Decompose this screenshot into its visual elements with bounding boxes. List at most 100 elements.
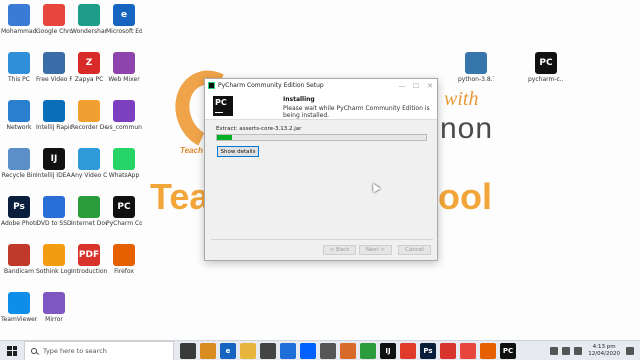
desktop-icon-label: IntelliJ IDEA Communit... [36,172,72,179]
desktop: Teach with non Tea ool Mohammad WaseemGo… [0,0,640,340]
pycharm-logo-icon: PC [213,96,233,116]
search-icon [31,347,37,354]
recorder-taskbar-icon[interactable] [440,342,456,359]
desktop-icon[interactable]: Sothink Logo Maker Prof... [36,244,72,275]
dvd-icon [43,196,65,218]
cancel-button[interactable]: Cancel [398,245,431,255]
desktop-icon[interactable]: Free Video Recorder [36,52,72,83]
intellij-taskbar-icon[interactable]: IJ [380,342,396,359]
install-progress-bar [216,134,427,141]
notification-icon[interactable] [626,346,634,355]
desktop-icon[interactable]: Bandicam [1,244,37,275]
desktop-icon-label: Web Mixer [108,76,140,83]
watermark-hon-text: non [440,112,494,145]
vlc-icon[interactable] [340,342,356,359]
filmora-icon [78,4,100,26]
desktop-icon-label: This PC [8,76,30,83]
desktop-icon[interactable]: IntelliJ Rapid Storage Te... [36,100,72,131]
desktop-icon-label: Introduction... [71,268,107,275]
network-tray-icon[interactable] [562,346,571,355]
edge-icon: e [113,4,135,26]
user-folder-icon [8,4,30,26]
taskbar: Type here to search e IJ Ps PC 4:13 pm 12/0… [0,340,640,360]
desktop-icon-label: python-3.8.7 [458,76,494,83]
next-button[interactable]: Next > [359,245,392,255]
settings-taskbar-icon[interactable] [320,342,336,359]
desktop-icon[interactable]: Firefox [106,244,142,275]
pycharm-taskbar-icon[interactable]: PC [500,342,516,359]
desktop-icon-label: vs_commun... [106,124,142,131]
desktop-icon[interactable]: Recycle Bin [1,148,37,179]
close-button[interactable]: ✕ [423,82,437,90]
desktop-icon[interactable]: DVD to SSD [36,196,72,227]
desktop-icon[interactable]: IJ IntelliJ IDEA Communit... [36,148,72,179]
desktop-icon[interactable]: Mohammad Waseem [1,4,37,35]
file-explorer-icon[interactable] [240,342,256,359]
start-button[interactable] [0,341,24,360]
desktop-icon[interactable]: vs_commun... [106,100,142,131]
network-icon [8,100,30,122]
desktop-icon-label: Internet Downlo... [71,220,107,227]
dialog-header: PC Installing Please wait while PyCharm … [205,92,437,120]
desktop-icon-label: Microsoft Edge [106,28,142,35]
desktop-icon[interactable]: Wondershare Filmora [71,4,107,35]
back-button[interactable]: < Back [323,245,356,255]
volume-icon[interactable] [574,346,583,355]
desktop-icon-label: Sothink Logo Maker Prof... [36,268,72,275]
chrome-taskbar-icon[interactable] [460,342,476,359]
mail-icon[interactable] [280,342,296,359]
desktop-icon[interactable]: Web Mixer [106,52,142,83]
taskbar-apps: e IJ Ps PC [178,342,518,359]
desktop-icon[interactable]: Network [1,100,37,131]
desktop-icon-label: Mirror [45,316,63,323]
pdf-icon: PDF [78,244,100,266]
video-converter-icon [78,148,100,170]
desktop-icon[interactable]: Recorder Deskcam [71,100,107,131]
firefox-taskbar-icon[interactable] [480,342,496,359]
desktop-icon-label: pycharm-c... [528,76,564,83]
dialog-heading: Installing [283,96,315,103]
minimize-button[interactable]: — [395,82,409,90]
desktop-icon[interactable]: WhatsApp [106,148,142,179]
video-recorder-icon [43,52,65,74]
desktop-icon[interactable]: Google Chrome [36,4,72,35]
bandicam-icon [8,244,30,266]
desktop-icon-label: Network [6,124,32,131]
pycharm-icon: PC [113,196,135,218]
intel-icon [43,100,65,122]
mirror-icon [43,292,65,314]
show-details-button[interactable]: Show details [217,146,259,157]
bandicam-taskbar-icon[interactable] [200,342,216,359]
clock-date: 12/04/2020 [588,350,620,357]
photoshop-taskbar-icon[interactable]: Ps [420,342,436,359]
desktop-icon[interactable]: Mirror [36,292,72,323]
desktop-icon-label: DVD to SSD [36,220,72,227]
desktop-icon[interactable]: e Microsoft Edge [106,4,142,35]
taskbar-search[interactable]: Type here to search [24,340,174,360]
desktop-icon[interactable]: Any Video Converter [71,148,107,179]
desktop-icon[interactable]: python-3.8.7 [458,52,494,83]
logo-maker-icon [43,244,65,266]
ms-taskbar-icon[interactable] [400,342,416,359]
desktop-icon[interactable]: Ps Adobe Photosh... [1,196,37,227]
store-icon[interactable] [260,342,276,359]
desktop-icon[interactable]: PDF Introduction... [71,244,107,275]
dialog-titlebar[interactable]: PyCharm Community Edition Setup — ☐ ✕ [205,79,437,92]
desktop-icon[interactable]: Internet Downlo... [71,196,107,227]
maximize-button[interactable]: ☐ [409,82,423,90]
clock[interactable]: 4:13 pm 12/04/2020 [588,344,620,358]
desktop-icon[interactable]: PC pycharm-c... [528,52,564,83]
desktop-icon[interactable]: This PC [1,52,37,83]
desktop-icon[interactable]: Z Zapya PC [71,52,107,83]
dropbox-icon[interactable] [300,342,316,359]
whatsapp-taskbar-icon[interactable] [360,342,376,359]
dialog-title: PyCharm Community Edition Setup [218,82,324,89]
desktop-icon-label: Bandicam [4,268,34,275]
download-manager-icon [78,196,100,218]
desktop-icon-label: Zapya PC [74,76,104,83]
chevron-up-icon[interactable] [550,346,559,355]
desktop-icon[interactable]: PC PyCharm Communit... [106,196,142,227]
desktop-icon[interactable]: TeamViewer [1,292,37,323]
edge-taskbar-icon[interactable]: e [220,342,236,359]
task-view-icon[interactable] [180,342,196,359]
